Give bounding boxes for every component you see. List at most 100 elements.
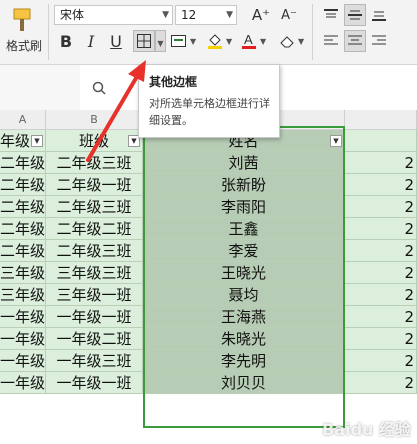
align-top-button[interactable]	[320, 4, 342, 26]
border-button[interactable]	[133, 30, 155, 52]
cell-class[interactable]: 二年级三班	[46, 196, 143, 218]
cell-style-button[interactable]	[168, 30, 190, 52]
bold-button[interactable]: B	[55, 30, 77, 52]
shrink-font-button[interactable]: A⁻	[278, 4, 300, 26]
cell-class[interactable]: 二年级三班	[46, 152, 143, 174]
tooltip-description: 对所选单元格边框进行详细设置。	[149, 97, 270, 127]
column-header-a[interactable]: A	[0, 110, 46, 130]
cell-extra[interactable]: 2	[345, 306, 417, 328]
font-size-select[interactable]: 12 ▼	[175, 5, 237, 25]
cell-name[interactable]: 王海燕	[143, 306, 345, 328]
cell-extra[interactable]: 2	[345, 350, 417, 372]
table-row: 二年级 二年级三班 李爱 2	[0, 240, 417, 262]
font-name-select[interactable]: 宋体 ▼	[54, 5, 173, 25]
format-brush-icon	[13, 8, 31, 31]
font-color-button[interactable]: A	[238, 30, 260, 52]
header-cell-class[interactable]: 班级 ▼	[46, 130, 143, 152]
cell-class[interactable]: 二年级三班	[46, 240, 143, 262]
cell-grade[interactable]: 二年级	[0, 240, 46, 262]
cell-class[interactable]: 二年级二班	[46, 218, 143, 240]
cell-name[interactable]: 李先明	[143, 350, 345, 372]
table-row: 二年级 二年级三班 李雨阳 2	[0, 196, 417, 218]
align-top-icon	[324, 9, 338, 18]
table-row: 二年级 二年级三班 刘茜 2	[0, 152, 417, 174]
header-label: 年级	[0, 132, 31, 150]
zoom-search-button[interactable]	[92, 80, 106, 95]
grow-font-button[interactable]: A⁺	[250, 4, 272, 26]
ribbon-divider	[48, 4, 49, 60]
align-center-button[interactable]	[344, 30, 366, 52]
fill-color-button[interactable]	[204, 30, 226, 52]
italic-button[interactable]: I	[80, 30, 102, 52]
cell-name[interactable]: 李爱	[143, 240, 345, 262]
header-cell-grade[interactable]: 年级 ▼	[0, 130, 46, 152]
cell-grade[interactable]: 一年级	[0, 306, 46, 328]
cell-class[interactable]: 一年级一班	[46, 372, 143, 394]
align-right-button[interactable]	[368, 30, 390, 52]
cell-extra[interactable]: 2	[345, 262, 417, 284]
chevron-down-icon: ▼	[260, 37, 267, 46]
italic-icon: I	[87, 31, 95, 51]
cell-class[interactable]: 二年级一班	[46, 174, 143, 196]
table-row: 二年级 二年级一班 张新盼 2	[0, 174, 417, 196]
column-header-b[interactable]: B	[46, 110, 143, 130]
table-row: 一年级 一年级三班 李先明 2	[0, 350, 417, 372]
format-brush-label: 格式刷	[5, 39, 42, 53]
cell-extra[interactable]: 2	[345, 218, 417, 240]
cell-name[interactable]: 刘贝贝	[143, 372, 345, 394]
align-bottom-button[interactable]	[368, 4, 390, 26]
cell-extra[interactable]: 2	[345, 196, 417, 218]
cell-name[interactable]: 朱晓光	[143, 328, 345, 350]
cell-name[interactable]: 刘茜	[143, 152, 345, 174]
border-dropdown-button[interactable]: ▼	[155, 30, 166, 52]
name-box-area	[0, 65, 80, 110]
cell-grade[interactable]: 一年级	[0, 350, 46, 372]
cell-grade[interactable]: 一年级	[0, 328, 46, 350]
cell-class[interactable]: 三年级三班	[46, 262, 143, 284]
cell-name[interactable]: 张新盼	[143, 174, 345, 196]
underline-button[interactable]: U	[105, 30, 127, 52]
header-cell-extra[interactable]	[345, 130, 417, 152]
cell-grade[interactable]: 二年级	[0, 174, 46, 196]
cell-grade[interactable]: 二年级	[0, 152, 46, 174]
cell-grade[interactable]: 三年级	[0, 262, 46, 284]
svg-text:A: A	[244, 32, 253, 47]
format-brush-button[interactable]	[4, 6, 40, 34]
cell-extra[interactable]: 2	[345, 284, 417, 306]
cell-name[interactable]: 李雨阳	[143, 196, 345, 218]
filter-dropdown-icon[interactable]: ▼	[330, 135, 342, 147]
cell-name[interactable]: 聂均	[143, 284, 345, 306]
chevron-down-icon: ▼	[157, 39, 164, 48]
cell-extra[interactable]: 2	[345, 240, 417, 262]
column-header-d[interactable]	[345, 110, 417, 130]
cell-extra[interactable]: 2	[345, 372, 417, 394]
align-middle-button[interactable]	[344, 4, 366, 26]
filter-dropdown-icon[interactable]: ▼	[31, 135, 43, 147]
cell-grade[interactable]: 二年级	[0, 218, 46, 240]
cell-name[interactable]: 王鑫	[143, 218, 345, 240]
font-name-value: 宋体	[60, 8, 85, 22]
cell-extra[interactable]: 2	[345, 152, 417, 174]
align-center-icon	[348, 35, 362, 45]
table-row: 一年级 一年级二班 朱晓光 2	[0, 328, 417, 350]
cell-class[interactable]: 一年级一班	[46, 306, 143, 328]
chevron-down-icon: ▼	[226, 10, 233, 20]
align-right-icon	[372, 35, 386, 45]
align-left-button[interactable]	[320, 30, 342, 52]
cell-grade[interactable]: 三年级	[0, 284, 46, 306]
font-size-value: 12	[181, 8, 197, 22]
cell-grade[interactable]: 二年级	[0, 196, 46, 218]
cell-class[interactable]: 三年级一班	[46, 284, 143, 306]
cell-class[interactable]: 一年级二班	[46, 328, 143, 350]
tooltip-title: 其他边框	[149, 75, 198, 89]
clear-format-button[interactable]	[276, 30, 298, 52]
cell-grade[interactable]: 一年级	[0, 372, 46, 394]
cell-name[interactable]: 王晓光	[143, 262, 345, 284]
align-left-icon	[324, 35, 338, 45]
cell-extra[interactable]: 2	[345, 328, 417, 350]
cell-extra[interactable]: 2	[345, 174, 417, 196]
cell-class[interactable]: 一年级三班	[46, 350, 143, 372]
search-icon	[92, 81, 106, 95]
watermark: Baidu 经验	[322, 420, 411, 439]
eraser-icon	[280, 36, 294, 48]
